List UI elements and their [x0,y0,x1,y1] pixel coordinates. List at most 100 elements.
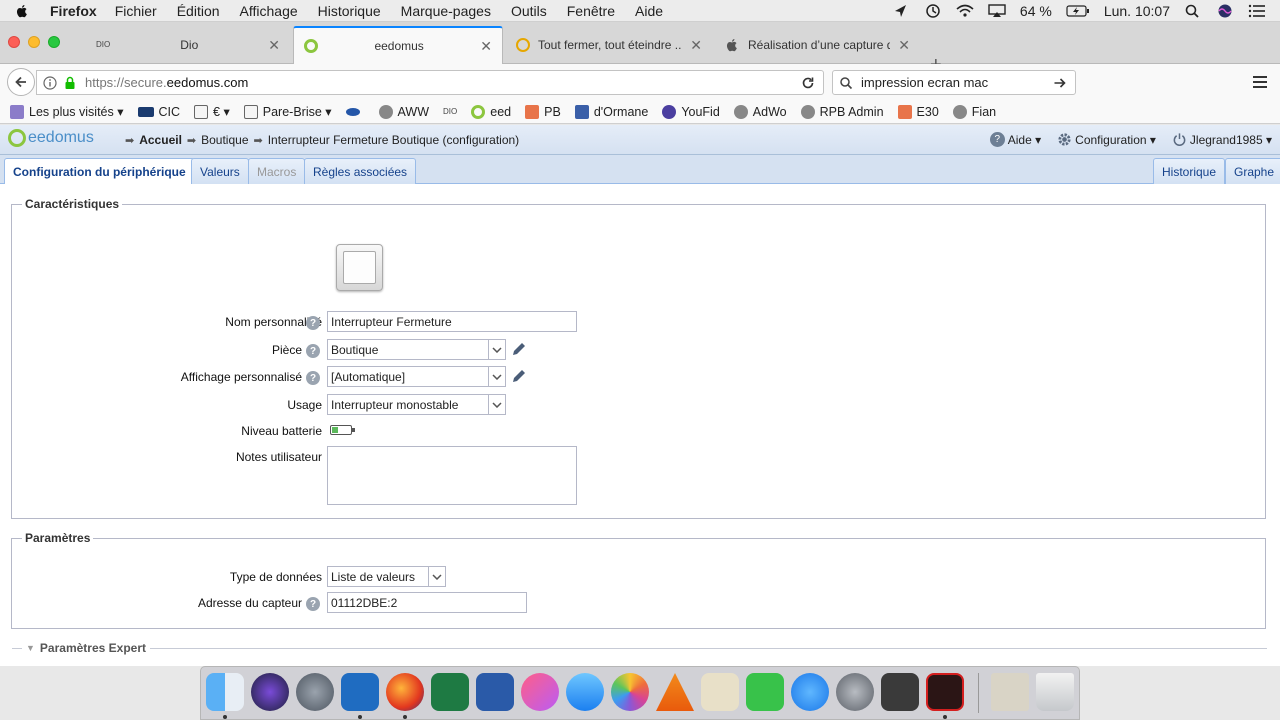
nom-personnalise-input[interactable]: Interrupteur Fermeture [327,311,577,332]
back-button[interactable] [7,68,35,96]
reload-icon[interactable] [801,76,815,90]
battery-charging-icon[interactable] [1066,4,1090,18]
menu-affichage[interactable]: Affichage [240,3,298,19]
preview-icon[interactable] [701,673,739,711]
tab-valeurs[interactable]: Valeurs [191,158,249,184]
breadcrumb-accueil[interactable]: Accueil [139,133,182,147]
itunes-icon[interactable] [521,673,559,711]
bookmark-dio[interactable]: DIO [443,107,457,116]
pencil-edit-icon[interactable] [511,341,527,357]
usage-select[interactable]: Interrupteur monostable [327,394,506,415]
notes-utilisateur-textarea[interactable] [327,446,577,505]
word-icon[interactable] [476,673,514,711]
excel-icon[interactable] [431,673,469,711]
menu-outils[interactable]: Outils [511,3,547,19]
menu-edition[interactable]: Édition [177,3,220,19]
bookmark-pb[interactable]: PB [525,104,561,119]
affichage-select[interactable]: [Automatique] [327,366,506,387]
bookmark-eed[interactable]: eed [471,104,511,119]
help-menu[interactable]: ? Aide ▾ [989,132,1041,147]
window-close-button[interactable] [8,36,20,48]
finder-icon[interactable] [206,673,244,711]
bookmark-e30[interactable]: E30 [897,104,939,119]
trash-icon[interactable] [1036,673,1074,711]
menu-fenetre[interactable]: Fenêtre [567,3,615,19]
bookmark-rpb-admin[interactable]: RPB Admin [800,104,884,119]
acrobat-icon[interactable] [926,673,964,711]
bookmark-adwo[interactable]: AdWo [733,104,787,119]
help-icon[interactable]: ? [306,597,320,611]
bookmark-aww[interactable]: AWW [378,104,429,119]
menu-fichier[interactable]: Fichier [115,3,157,19]
search-go-arrow-icon[interactable] [1053,76,1067,90]
location-arrow-icon[interactable] [892,4,910,18]
system-preferences-icon[interactable] [836,673,874,711]
tab-configuration[interactable]: Configuration du périphérique [4,158,195,185]
bookmark-euro[interactable]: € ▾ [194,104,230,119]
hamburger-menu-icon[interactable] [1250,72,1270,92]
wifi-icon[interactable] [956,4,974,18]
chevron-down-icon[interactable] [488,395,505,414]
help-icon[interactable]: ? [306,316,320,330]
tab-close-icon[interactable]: ✕ [898,37,910,54]
parametres-expert-toggle[interactable]: ▼ Paramètres Expert [22,641,150,655]
tab-tout-fermer[interactable]: Tout fermer, tout éteindre ... ✕ [506,26,712,64]
chevron-down-icon[interactable] [488,367,505,386]
notification-center-icon[interactable] [1248,4,1266,18]
tab-capture[interactable]: Réalisation d’une capture d... ✕ [714,26,920,64]
tab-historique[interactable]: Historique [1153,158,1226,184]
printer-icon[interactable] [881,673,919,711]
apple-icon[interactable] [14,3,30,19]
search-field[interactable]: impression ecran mac [832,70,1076,95]
photos-icon[interactable] [611,673,649,711]
app-store-icon[interactable] [791,673,829,711]
tab-close-icon[interactable]: ✕ [268,37,280,54]
battery-percent[interactable]: 64 % [1020,3,1052,19]
bookmark-cic[interactable]: CIC [137,105,180,119]
facetime-icon[interactable] [746,673,784,711]
type-de-donnees-select[interactable]: Liste de valeurs [327,566,446,587]
tab-graphe[interactable]: Graphe [1225,158,1280,184]
menu-marque-pages[interactable]: Marque-pages [401,3,491,19]
tab-close-icon[interactable]: ✕ [480,38,492,55]
bookmark-les-plus-visites[interactable]: Les plus visités ▾ [10,104,124,119]
url-bar[interactable]: https://secure. eedomus.com [36,70,824,95]
bookmark-youfid[interactable]: YouFid [662,104,720,119]
configuration-menu[interactable]: Configuration ▾ [1057,132,1156,147]
siri-icon[interactable] [251,673,289,711]
piece-select[interactable]: Boutique [327,339,506,360]
adresse-du-capteur-input[interactable]: 01112DBE:2 [327,592,527,613]
siri-icon[interactable] [1216,4,1234,18]
breadcrumb-boutique[interactable]: Boutique [201,133,248,147]
eedomus-logo[interactable]: eedomus [8,129,94,147]
outlook-icon[interactable] [341,673,379,711]
app-name-menu[interactable]: Firefox [50,3,97,19]
pencil-edit-icon[interactable] [511,368,527,384]
help-icon[interactable]: ? [306,344,320,358]
spotlight-search-icon[interactable] [1184,4,1202,18]
lock-icon[interactable] [63,76,77,90]
time-machine-icon[interactable] [924,4,942,18]
window-minimize-button[interactable] [28,36,40,48]
tab-eedomus[interactable]: eedomus ✕ [293,26,503,64]
launchpad-icon[interactable] [296,673,334,711]
user-menu[interactable]: Jlegrand1985 ▾ [1172,132,1272,147]
bookmark-fian[interactable]: Fian [952,104,996,119]
info-icon[interactable] [43,75,57,90]
bookmark-pare-brise[interactable]: Pare-Brise ▾ [243,104,332,119]
firefox-icon[interactable] [386,673,424,711]
menu-aide[interactable]: Aide [635,3,663,19]
tab-close-icon[interactable]: ✕ [690,37,702,54]
help-icon[interactable]: ? [306,371,320,385]
tab-regles-associees[interactable]: Règles associées [304,158,417,184]
chevron-down-icon[interactable] [488,340,505,359]
tab-dio[interactable]: DIO Dio ✕ [86,26,290,64]
menu-historique[interactable]: Historique [318,3,381,19]
bookmark-blue-logo[interactable] [345,107,365,116]
bookmark-dormane[interactable]: d'Ormane [574,104,648,119]
window-zoom-button[interactable] [48,36,60,48]
menubar-clock[interactable]: Lun. 10:07 [1104,3,1170,19]
messages-icon[interactable] [566,673,604,711]
vlc-icon[interactable] [656,673,694,711]
airplay-icon[interactable] [988,4,1006,18]
